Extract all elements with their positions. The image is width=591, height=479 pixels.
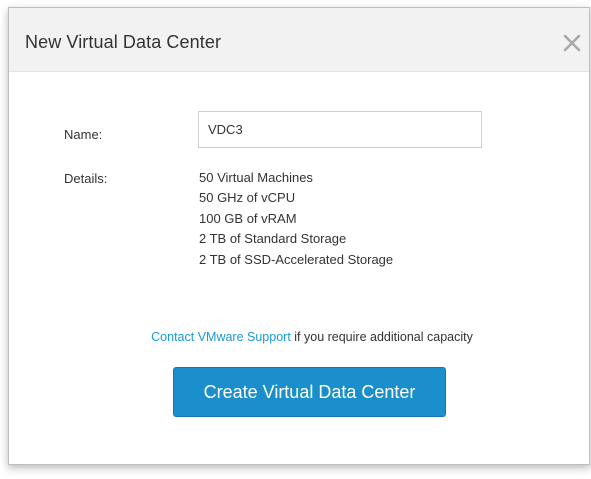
dialog-title: New Virtual Data Center (25, 32, 222, 52)
name-label: Name: (64, 127, 103, 142)
dialog-header: New Virtual Data Center (9, 8, 589, 72)
detail-standard-storage: 2 TB of Standard Storage (199, 231, 347, 247)
support-message: Contact VMware Support if you require ad… (9, 330, 591, 344)
new-vdc-dialog: New Virtual Data Center Name: Details: 5… (8, 7, 590, 465)
detail-vcpu: 50 GHz of vCPU (199, 190, 296, 206)
detail-vms: 50 Virtual Machines (199, 170, 313, 185)
create-vdc-button[interactable]: Create Virtual Data Center (173, 367, 446, 417)
name-input[interactable] (198, 111, 482, 148)
close-icon[interactable] (561, 32, 583, 54)
contact-support-link[interactable]: Contact VMware Support (151, 330, 291, 344)
details-list: 50 Virtual Machines 50 GHz of vCPU 100 G… (199, 168, 393, 270)
details-label: Details: (64, 171, 108, 186)
support-suffix: if you require additional capacity (290, 330, 473, 344)
detail-vram: 100 GB of vRAM (199, 210, 297, 226)
detail-ssd-storage: 2 TB of SSD-Accelerated Storage (199, 251, 394, 267)
